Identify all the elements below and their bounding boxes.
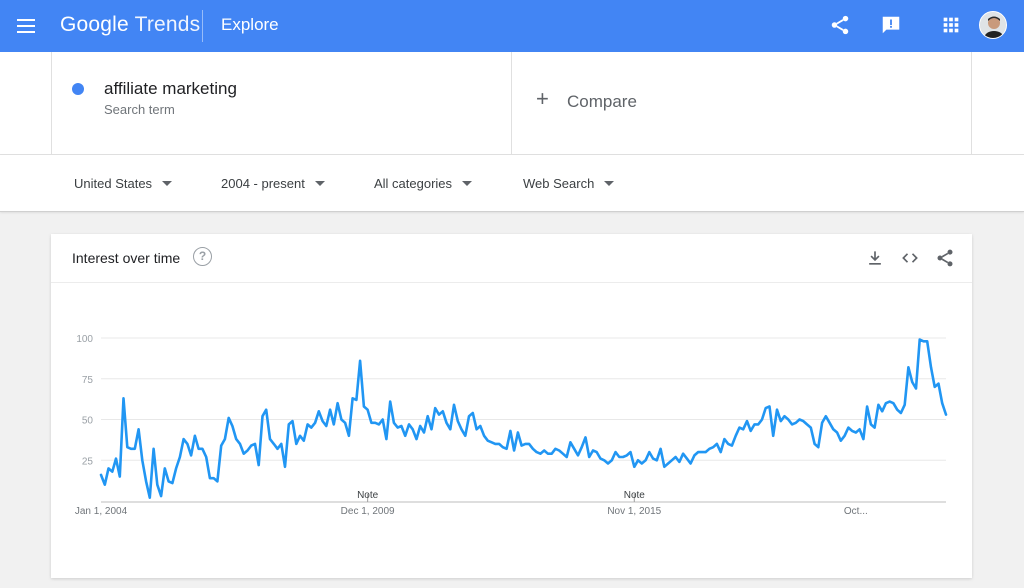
note-label: Note xyxy=(357,490,379,501)
category-dropdown[interactable]: All categories xyxy=(374,176,473,191)
feedback-icon[interactable] xyxy=(880,14,902,36)
apps-icon[interactable] xyxy=(940,14,962,36)
top-app-bar: Google Trends Explore xyxy=(0,0,1024,52)
time-range-label: 2004 - present xyxy=(221,176,305,191)
region-label: United States xyxy=(74,176,153,191)
menu-icon[interactable] xyxy=(14,14,38,38)
region-dropdown[interactable]: United States xyxy=(74,176,173,191)
page-section-title: Explore xyxy=(221,15,279,34)
avatar[interactable] xyxy=(979,11,1007,39)
search-term-card[interactable]: affiliate marketing Search term xyxy=(51,52,512,155)
interest-line-chart: 25 50 75 100 Jan 1, 2004 Dec 1, 2009 Nov 1, 20… xyxy=(75,334,948,517)
download-icon[interactable] xyxy=(865,248,885,268)
logo-google: Google xyxy=(60,13,129,36)
x-tick-label: Jan 1, 2004 xyxy=(75,506,128,517)
x-tick-label: Dec 1, 2009 xyxy=(341,506,395,517)
card-title: Interest over time xyxy=(72,250,181,266)
caret-down-icon xyxy=(314,181,325,186)
time-range-dropdown[interactable]: 2004 - present xyxy=(221,176,325,191)
search-terms-bar: affiliate marketing Search term + Compar… xyxy=(0,52,1024,155)
note-label: Note xyxy=(624,490,646,501)
add-icon: + xyxy=(536,86,549,111)
y-tick-label: 75 xyxy=(82,375,94,386)
x-tick-label: Nov 1, 2015 xyxy=(607,506,661,517)
help-icon[interactable]: ? xyxy=(193,247,212,266)
interest-over-time-card: Interest over time ? 25 50 75 100 Jan 1, 200… xyxy=(51,234,972,578)
search-term-name[interactable]: affiliate marketing xyxy=(104,79,237,99)
logo-trends: Trends xyxy=(134,13,201,36)
share-icon[interactable] xyxy=(829,14,851,36)
caret-down-icon xyxy=(462,181,473,186)
y-tick-label: 100 xyxy=(76,334,93,345)
share-icon[interactable] xyxy=(935,248,955,268)
header-divider xyxy=(202,10,203,42)
embed-icon[interactable] xyxy=(900,248,920,268)
compare-label: Compare xyxy=(567,92,637,111)
search-term-type: Search term xyxy=(104,102,175,117)
caret-down-icon xyxy=(604,181,615,186)
google-trends-logo[interactable]: Google Trends xyxy=(60,13,200,37)
y-tick-label: 25 xyxy=(82,456,94,467)
compare-card[interactable]: + Compare xyxy=(512,52,972,155)
search-type-label: Web Search xyxy=(523,176,595,191)
filter-bar: United States 2004 - present All categor… xyxy=(0,155,1024,212)
search-type-dropdown[interactable]: Web Search xyxy=(523,176,615,191)
series-line-affiliate-marketing xyxy=(99,338,948,499)
caret-down-icon xyxy=(162,181,173,186)
x-tick-label: Oct... xyxy=(844,506,868,517)
term-color-dot xyxy=(72,83,84,95)
category-label: All categories xyxy=(374,176,453,191)
y-tick-label: 50 xyxy=(82,416,94,427)
